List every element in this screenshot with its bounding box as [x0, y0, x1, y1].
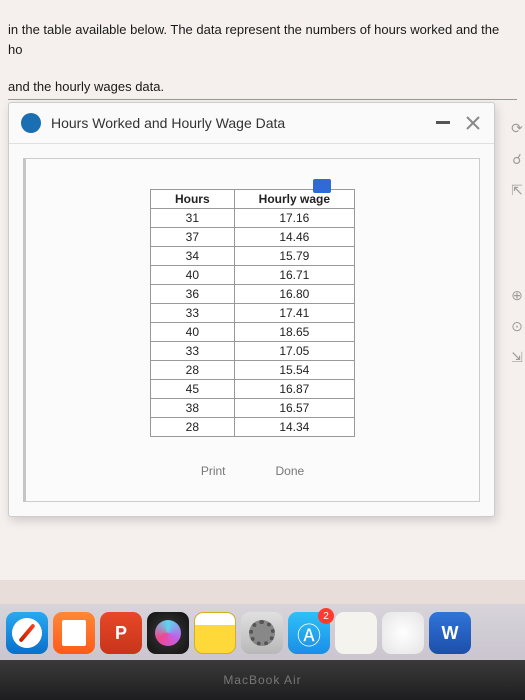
- laptop-bezel: MacBook Air: [0, 660, 525, 700]
- fullscreen-icon[interactable]: [313, 179, 331, 193]
- side-toolbar: ⟳ ☌ ⇱ ⊕ ⊙ ⇲: [509, 120, 525, 366]
- minimize-icon[interactable]: [436, 121, 450, 124]
- context-line-2[interactable]: and the hourly wages data.: [8, 59, 517, 100]
- col-header-wage: Hourly wage: [234, 189, 354, 208]
- done-button[interactable]: Done: [262, 459, 319, 483]
- context-line-1: in the table available below. The data r…: [8, 8, 517, 59]
- dock-siri-icon[interactable]: [147, 612, 189, 654]
- table-row: 3317.05: [150, 341, 354, 360]
- table-row: 2814.34: [150, 417, 354, 436]
- dialog-title: Hours Worked and Hourly Wage Data: [51, 115, 436, 131]
- dock-mail-icon[interactable]: [335, 612, 377, 654]
- table-row: 3117.16: [150, 208, 354, 227]
- table-row: 2815.54: [150, 360, 354, 379]
- dock-settings-icon[interactable]: [241, 612, 283, 654]
- table-row: 4016.71: [150, 265, 354, 284]
- dock-ibooks-icon[interactable]: [53, 612, 95, 654]
- refresh-icon[interactable]: ⟳: [511, 120, 523, 137]
- dock-notes-icon[interactable]: [194, 612, 236, 654]
- export-icon[interactable]: ⇲: [511, 349, 523, 366]
- print-button[interactable]: Print: [187, 459, 240, 483]
- zoom-in-icon[interactable]: ⊕: [511, 287, 523, 304]
- dialog-indicator-icon: [21, 113, 41, 133]
- close-icon[interactable]: [464, 114, 482, 132]
- dialog-header: Hours Worked and Hourly Wage Data: [9, 103, 494, 144]
- table-row: 3714.46: [150, 227, 354, 246]
- col-header-hours: Hours: [150, 189, 234, 208]
- appstore-badge: 2: [318, 608, 334, 624]
- dock: P Ⓐ2 W: [0, 604, 525, 660]
- dock-generic-icon[interactable]: [382, 612, 424, 654]
- dock-appstore-icon[interactable]: Ⓐ2: [288, 612, 330, 654]
- table-row: 3415.79: [150, 246, 354, 265]
- content-frame: Hours Hourly wage 3117.16 3714.46 3415.7…: [23, 158, 480, 502]
- table-row: 3816.57: [150, 398, 354, 417]
- table-row: 4516.87: [150, 379, 354, 398]
- data-table: Hours Hourly wage 3117.16 3714.46 3415.7…: [150, 189, 355, 437]
- table-row: 4018.65: [150, 322, 354, 341]
- dock-powerpoint-icon[interactable]: P: [100, 612, 142, 654]
- table-body: 3117.16 3714.46 3415.79 4016.71 3616.80 …: [150, 208, 354, 436]
- search-tool-icon[interactable]: ☌: [512, 151, 521, 168]
- dock-word-icon[interactable]: W: [429, 612, 471, 654]
- dock-safari-icon[interactable]: [6, 612, 48, 654]
- share-icon[interactable]: ⇱: [511, 182, 523, 199]
- table-row: 3317.41: [150, 303, 354, 322]
- table-row: 3616.80: [150, 284, 354, 303]
- zoom-out-icon[interactable]: ⊙: [511, 318, 523, 335]
- data-dialog: Hours Worked and Hourly Wage Data Hours …: [8, 102, 495, 517]
